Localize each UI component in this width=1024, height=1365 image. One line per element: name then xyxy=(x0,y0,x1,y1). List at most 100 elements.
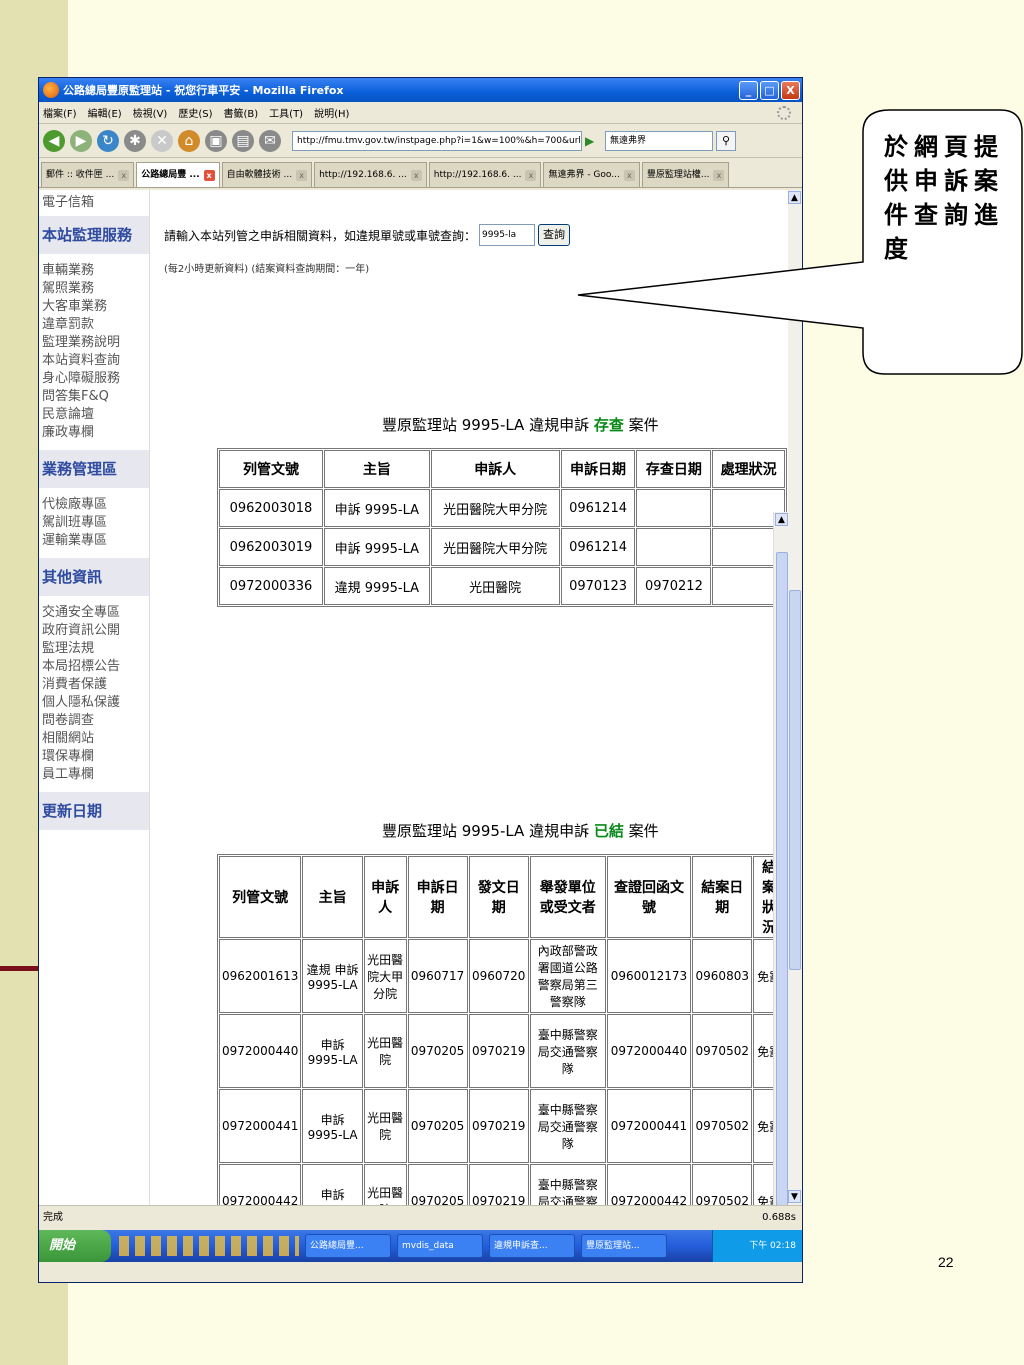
scrollbar-thumb[interactable] xyxy=(789,590,801,970)
sidebar-item[interactable]: 大客車業務 xyxy=(39,298,149,316)
callout-text: 於網頁提供申訴案件查詢進度 xyxy=(884,132,1004,263)
sidebar-item[interactable]: 駕訓班專區 xyxy=(39,514,149,532)
tab-close-icon[interactable]: x xyxy=(296,169,308,181)
table-row: 0962001613 違規 申訴 9995-LA 光田醫院大甲分院 096071… xyxy=(219,939,785,1013)
taskbar-item[interactable]: 豐原監理站... xyxy=(581,1234,667,1258)
table-cell: 0961214 xyxy=(560,528,636,566)
tab-close-icon[interactable]: x xyxy=(203,169,215,181)
quick-launch-icons[interactable] xyxy=(119,1236,299,1256)
sidebar-item[interactable]: 代檢廠專區 xyxy=(39,496,149,514)
menu-view[interactable]: 檢視(V) xyxy=(133,105,168,120)
reload-icon[interactable]: ↻ xyxy=(97,129,119,152)
minimize-button[interactable]: _ xyxy=(739,80,758,100)
sidebar-item[interactable]: 民意論壇 xyxy=(39,406,149,424)
table-cell: 0972000336 xyxy=(219,567,323,605)
tab-google[interactable]: 無遠弗界 - Goo... x xyxy=(543,162,640,187)
table-cell: 光田醫院大甲分院 xyxy=(430,528,560,566)
url-input[interactable]: http://fmu.tmv.gov.tw/instpage.php?i=1&w… xyxy=(292,130,582,151)
sidebar-item[interactable]: 個人隱私保護 xyxy=(39,694,149,712)
sidebar-item[interactable]: 政府資訊公開 xyxy=(39,622,149,640)
tab-close-icon[interactable]: x xyxy=(118,169,130,181)
table-row: 0972000336 違規 9995-LA 光田醫院 0970123 09702… xyxy=(219,567,785,605)
start-button[interactable]: 開始 xyxy=(39,1230,111,1262)
column-header: 申訴日期 xyxy=(407,856,468,938)
table-cell: 違規 9995-LA xyxy=(323,567,430,605)
query-button[interactable]: 查詢 xyxy=(538,224,571,246)
sidebar-item[interactable]: 交通安全專區 xyxy=(39,604,149,622)
tab-label: 無遠弗界 - Goo... xyxy=(548,169,620,180)
table-cell: 申訴 9995-LA xyxy=(323,489,430,527)
system-tray-clock[interactable]: 下午 02:18 xyxy=(712,1230,802,1262)
sidebar-item-email[interactable]: 電子信箱 xyxy=(39,194,149,212)
table-cell: 光田醫院大甲分院 xyxy=(363,939,407,1013)
sidebar-item[interactable]: 本局招標公告 xyxy=(39,658,149,676)
sidebar-item[interactable]: 員工專欄 xyxy=(39,766,149,784)
menu-file[interactable]: 檔案(F) xyxy=(43,105,77,120)
sidebar-item[interactable]: 監理業務說明 xyxy=(39,334,149,352)
menu-help[interactable]: 說明(H) xyxy=(314,105,349,120)
table-cell: 0970502 xyxy=(692,1089,753,1163)
search-icon[interactable]: ⚲ xyxy=(716,130,736,151)
tab-close-icon[interactable]: x xyxy=(410,169,422,181)
tab-ip-1[interactable]: http://192.168.6. ... x xyxy=(314,162,427,187)
scroll-up-arrow-icon[interactable]: ▲ xyxy=(775,513,788,526)
back-arrow-icon[interactable]: ◀ xyxy=(43,129,65,152)
tab-ip-2[interactable]: http://192.168.6. ... x xyxy=(428,162,542,187)
sidebar-item[interactable]: 本站資料查詢 xyxy=(39,352,149,370)
close-button[interactable]: X xyxy=(781,80,800,100)
tab-active[interactable]: 公路總局豐 ... x xyxy=(136,162,220,187)
menu-tools[interactable]: 工具(T) xyxy=(269,105,303,120)
mail-icon[interactable]: ✉ xyxy=(259,129,281,152)
page-content: 電子信箱 本站監理服務 車輛業務 駕照業務 大客車業務 違章罰款 監理業務說明 … xyxy=(39,190,802,1205)
scroll-up-arrow-icon[interactable]: ▲ xyxy=(788,191,801,204)
search-input[interactable]: 無遠弗界 xyxy=(605,130,713,151)
sidebar-section-other: 其他資訊 xyxy=(39,558,149,596)
table-cell: 光田醫院 xyxy=(363,1014,407,1088)
scrollbar-thumb[interactable] xyxy=(776,552,788,1205)
table-row: 0962003018 申訴 9995-LA 光田醫院大甲分院 0961214 xyxy=(219,489,785,527)
menu-bookmarks[interactable]: 書籤(B) xyxy=(224,105,259,120)
sidebar-item[interactable]: 車輛業務 xyxy=(39,262,149,280)
tab-close-icon[interactable]: x xyxy=(525,169,537,181)
table-cell: 申訴 9995-LA xyxy=(302,1164,363,1205)
sidebar-item[interactable]: 廉政專欄 xyxy=(39,424,149,442)
tab-mail[interactable]: 郵件 :: 收件匣 ... x xyxy=(41,162,135,187)
home-icon[interactable]: ⌂ xyxy=(178,129,200,152)
taskbar-item[interactable]: 違規申訴查... xyxy=(489,1234,575,1258)
menu-history[interactable]: 歷史(S) xyxy=(178,105,212,120)
tab-close-icon[interactable]: x xyxy=(623,169,635,181)
menu-edit[interactable]: 編輯(E) xyxy=(88,105,122,120)
print-icon[interactable]: ▤ xyxy=(232,129,254,152)
title-bar[interactable]: 公路總局豐原監理站 - 祝您行車平安 - Mozilla Firefox _ □… xyxy=(39,78,802,102)
sidebar-item[interactable]: 環保專欄 xyxy=(39,748,149,766)
maximize-button[interactable]: □ xyxy=(760,80,779,100)
forward-arrow-icon[interactable]: ▶ xyxy=(70,129,92,152)
sidebar-item[interactable]: 問卷調查 xyxy=(39,712,149,730)
sidebar-item[interactable]: 監理法規 xyxy=(39,640,149,658)
addon-icon[interactable]: ✱ xyxy=(124,129,146,152)
sidebar-item[interactable]: 問答集F&Q xyxy=(39,388,149,406)
bookmark-icon[interactable]: ▣ xyxy=(205,129,227,152)
table-cell: 0961214 xyxy=(560,489,636,527)
table-cell: 申訴 9995-LA xyxy=(302,1014,363,1088)
firefox-icon xyxy=(43,82,59,98)
tab-fengyuan[interactable]: 豐原監理站權... x xyxy=(641,162,730,187)
stop-icon[interactable]: ✕ xyxy=(151,129,173,152)
sidebar-item[interactable]: 違章罰款 xyxy=(39,316,149,334)
sidebar-item[interactable]: 身心障礙服務 xyxy=(39,370,149,388)
tab-free-software[interactable]: 自由軟體技術 ... x xyxy=(221,162,313,187)
table-cell: 光田醫院 xyxy=(363,1089,407,1163)
go-arrow-icon[interactable]: ▶ xyxy=(585,131,599,151)
sidebar-item[interactable]: 相關網站 xyxy=(39,730,149,748)
sidebar-item[interactable]: 駕照業務 xyxy=(39,280,149,298)
sidebar-item[interactable]: 消費者保護 xyxy=(39,676,149,694)
taskbar-item[interactable]: mvdis_data xyxy=(397,1234,483,1258)
taskbar-item[interactable]: 公路總局豐... xyxy=(305,1234,391,1258)
sidebar-item[interactable]: 運輸業專區 xyxy=(39,532,149,550)
scroll-down-arrow-icon[interactable]: ▼ xyxy=(788,1190,801,1203)
query-input[interactable]: 9995-la xyxy=(479,224,536,246)
tab-close-icon[interactable]: x xyxy=(713,169,725,181)
table-cell: 0970502 xyxy=(692,1014,753,1088)
page-scrollbar[interactable]: ▲ ▼ xyxy=(788,190,802,1205)
caption-suffix: 案件 xyxy=(623,822,659,840)
